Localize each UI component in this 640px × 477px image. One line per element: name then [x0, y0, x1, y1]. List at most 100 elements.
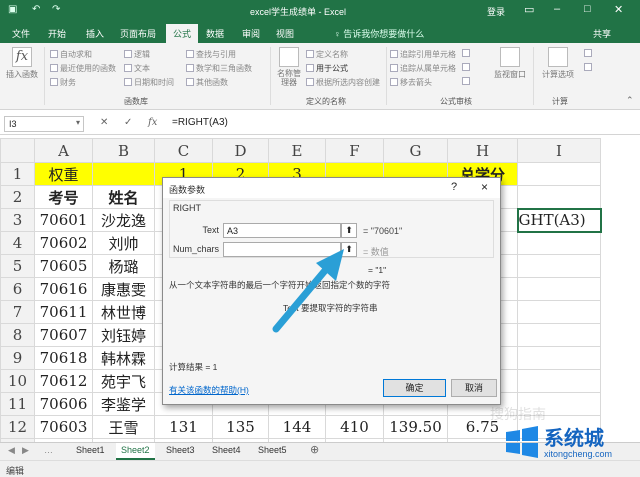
show-formulas-icon[interactable]: [462, 49, 472, 58]
tab-view[interactable]: 视图: [276, 27, 294, 40]
cancel-entry-icon[interactable]: ✕: [100, 117, 108, 128]
ok-button[interactable]: 确定: [383, 379, 446, 397]
collapse-ribbon-icon[interactable]: ⌃: [626, 95, 634, 106]
sheet-tab[interactable]: Sheet5: [258, 445, 287, 455]
cell[interactable]: 康惠雯: [92, 277, 155, 301]
column-header[interactable]: B: [92, 138, 155, 163]
cell[interactable]: [517, 346, 601, 370]
share-button[interactable]: 共享: [593, 27, 611, 40]
row-header[interactable]: 9: [0, 346, 35, 370]
cell[interactable]: 70618: [34, 346, 93, 370]
cell[interactable]: 70612: [34, 369, 93, 393]
close-window-icon[interactable]: ✕: [614, 3, 623, 16]
more-functions-button[interactable]: 其他函数: [186, 77, 228, 88]
cell[interactable]: 135: [212, 415, 269, 439]
cell[interactable]: 刘钰婷: [92, 323, 155, 347]
row-header[interactable]: 12: [0, 415, 35, 439]
trace-precedents-button[interactable]: 追踪引用单元格: [390, 49, 456, 60]
confirm-entry-icon[interactable]: ✓: [124, 117, 132, 128]
row-header[interactable]: 2: [0, 185, 35, 209]
cell[interactable]: 李鉴学: [92, 392, 155, 416]
column-header[interactable]: H: [447, 138, 518, 163]
cell[interactable]: [517, 162, 601, 186]
cell[interactable]: 王雪: [92, 415, 155, 439]
create-from-selection-button[interactable]: 根据所选内容创建: [306, 77, 380, 88]
more-sheets-icon[interactable]: …: [44, 445, 53, 455]
cell[interactable]: [517, 254, 601, 278]
recent-functions-button[interactable]: 最近使用的函数: [50, 63, 116, 74]
name-manager-button[interactable]: 名称管理器: [274, 47, 304, 87]
row-header[interactable]: 3: [0, 208, 35, 232]
row-header[interactable]: 4: [0, 231, 35, 255]
cell[interactable]: 沙龙逸: [92, 208, 155, 232]
evaluate-formula-icon[interactable]: [462, 77, 472, 86]
tab-insert[interactable]: 插入: [86, 27, 104, 40]
ribbon-display-icon[interactable]: ▭: [524, 3, 534, 16]
undo-icon[interactable]: ↶: [32, 4, 40, 15]
column-header[interactable]: D: [212, 138, 269, 163]
error-check-icon[interactable]: [462, 63, 472, 72]
name-box[interactable]: I3: [4, 116, 84, 132]
row-header[interactable]: 11: [0, 392, 35, 416]
autosum-button[interactable]: 自动求和: [50, 49, 92, 60]
arg-input-text[interactable]: A3: [223, 223, 341, 238]
prev-sheet-icon[interactable]: ◀: [8, 445, 15, 456]
cell[interactable]: 70607: [34, 323, 93, 347]
cell[interactable]: 131: [154, 415, 213, 439]
use-in-formula-button[interactable]: 用于公式: [306, 63, 348, 74]
cell[interactable]: [92, 162, 155, 186]
add-sheet-icon[interactable]: ⊕: [310, 443, 319, 456]
cancel-button[interactable]: 取消: [451, 379, 497, 397]
financial-button[interactable]: 财务: [50, 77, 76, 88]
collapse-dialog-icon[interactable]: ⬆: [341, 223, 357, 238]
sheet-tab-active[interactable]: Sheet2: [116, 443, 155, 460]
calc-sheet-icon[interactable]: [584, 63, 594, 72]
cell[interactable]: 144: [268, 415, 326, 439]
column-header[interactable]: I: [517, 138, 601, 163]
save-icon[interactable]: ▣: [8, 4, 17, 15]
tab-review[interactable]: 审阅: [242, 27, 260, 40]
cell[interactable]: 姓名: [92, 185, 155, 209]
dialog-help-icon[interactable]: ?: [451, 181, 457, 193]
column-header[interactable]: G: [383, 138, 448, 163]
cell[interactable]: 70602: [34, 231, 93, 255]
trace-dependents-button[interactable]: 追踪从属单元格: [390, 63, 456, 74]
tab-home[interactable]: 开始: [48, 27, 66, 40]
cell[interactable]: [517, 300, 601, 324]
row-header[interactable]: 1: [0, 162, 35, 186]
cell[interactable]: [517, 323, 601, 347]
cell[interactable]: 林世博: [92, 300, 155, 324]
row-header[interactable]: 5: [0, 254, 35, 278]
tab-formulas[interactable]: 公式: [166, 24, 199, 43]
cell[interactable]: 韩林霖: [92, 346, 155, 370]
row-header[interactable]: 6: [0, 277, 35, 301]
insert-function-fx-icon[interactable]: fx: [148, 117, 157, 128]
sheet-tab[interactable]: Sheet4: [212, 445, 241, 455]
cell[interactable]: 70605: [34, 254, 93, 278]
sheet-tab[interactable]: Sheet3: [166, 445, 195, 455]
cell[interactable]: [517, 369, 601, 393]
tell-me-search[interactable]: ♀ 告诉我你想要做什么: [334, 27, 424, 40]
tab-file[interactable]: 文件: [12, 27, 30, 40]
cell[interactable]: 139.50: [383, 415, 448, 439]
watch-window-button[interactable]: 监视窗口: [490, 47, 530, 80]
cell[interactable]: 70601: [34, 208, 93, 232]
datetime-button[interactable]: 日期和时间: [124, 77, 174, 88]
tab-data[interactable]: 数据: [206, 27, 224, 40]
select-all-corner[interactable]: [0, 138, 35, 163]
calc-now-icon[interactable]: [584, 49, 594, 58]
cell[interactable]: 权重: [34, 162, 93, 186]
row-header[interactable]: 8: [0, 323, 35, 347]
cell[interactable]: 70603: [34, 415, 93, 439]
tab-page-layout[interactable]: 页面布局: [120, 27, 156, 40]
next-sheet-icon[interactable]: ▶: [22, 445, 29, 456]
cell[interactable]: 苑宇飞: [92, 369, 155, 393]
cell[interactable]: [517, 277, 601, 301]
column-header[interactable]: A: [34, 138, 93, 163]
name-box-dropdown-icon[interactable]: ▾: [76, 118, 80, 127]
cell[interactable]: 70616: [34, 277, 93, 301]
cell[interactable]: 70606: [34, 392, 93, 416]
column-header[interactable]: C: [154, 138, 213, 163]
column-header[interactable]: E: [268, 138, 326, 163]
row-header[interactable]: 10: [0, 369, 35, 393]
